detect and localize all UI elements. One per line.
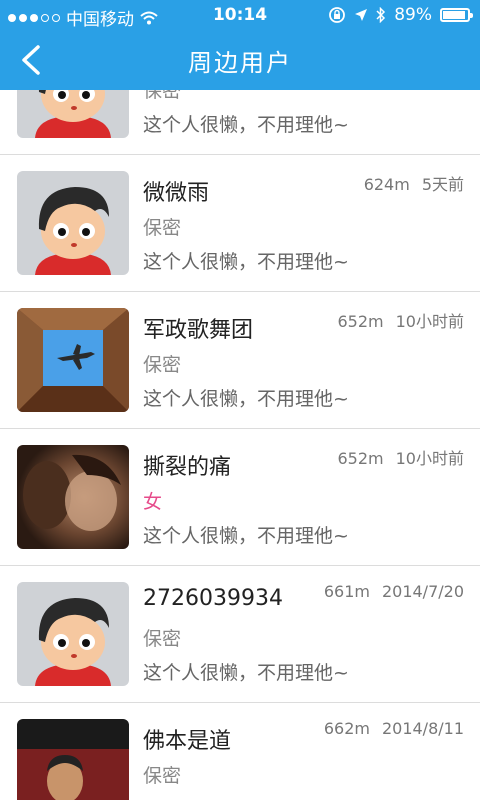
user-list[interactable]: 保密 这个人很懒，不用理他~ 微微雨 保密 这个人很懒，不用理他~ 624m 5… [0, 90, 480, 800]
user-meta: 624m 5天前 [364, 171, 464, 195]
user-distance: 661m [323, 582, 370, 601]
user-signature: 这个人很懒，不用理他~ [143, 525, 349, 547]
user-meta: 652m 10小时前 [338, 445, 465, 469]
avatar[interactable] [17, 719, 129, 800]
airplane-photo-avatar [17, 308, 129, 412]
user-name: 撕裂的痛 [143, 455, 232, 480]
cartoon-boy-avatar [17, 171, 129, 275]
user-time: 10小时前 [395, 449, 464, 468]
list-item[interactable]: 军政歌舞团 保密 这个人很懒，不用理他~ 652m 10小时前 [0, 292, 480, 429]
list-item[interactable]: 微微雨 保密 这个人很懒，不用理他~ 624m 5天前 [0, 155, 480, 292]
user-gender: 保密 [143, 765, 182, 787]
battery-percent: 89% [394, 5, 432, 25]
user-meta: 652m 10小时前 [338, 308, 465, 332]
status-icons: 89% [328, 5, 473, 25]
user-name: 微微雨 [143, 181, 210, 206]
avatar[interactable] [17, 445, 129, 549]
man-photo-avatar [17, 719, 129, 800]
avatar[interactable] [17, 582, 129, 686]
user-signature: 这个人很懒，不用理他~ [143, 662, 349, 684]
user-signature: 这个人很懒，不用理他~ [143, 251, 349, 273]
back-button[interactable] [16, 44, 46, 76]
user-distance: 652m [337, 449, 384, 468]
user-gender: 女 [143, 491, 163, 513]
user-time: 5天前 [421, 175, 464, 194]
cartoon-boy-avatar [17, 90, 129, 138]
couple-photo-avatar [17, 445, 129, 549]
location-icon [355, 9, 368, 21]
user-time: 2014/8/11 [381, 719, 464, 738]
list-item[interactable]: 保密 这个人很懒，不用理他~ [0, 90, 480, 155]
list-item[interactable]: 佛本是道 保密 662m 2014/8/11 [0, 703, 480, 800]
nav-bar: 周边用户 [0, 30, 480, 90]
user-name: 2726039934 [143, 586, 283, 611]
user-gender: 保密 [143, 90, 182, 102]
user-distance: 624m [363, 175, 410, 194]
bluetooth-icon [376, 7, 386, 23]
avatar[interactable] [17, 308, 129, 412]
rotation-lock-icon [329, 7, 346, 23]
avatar[interactable] [17, 90, 129, 138]
user-meta: 661m 2014/7/20 [324, 582, 464, 601]
user-distance: 652m [337, 312, 384, 331]
user-gender: 保密 [143, 354, 182, 376]
list-item[interactable]: 2726039934 保密 这个人很懒，不用理他~ 661m 2014/7/20 [0, 566, 480, 703]
user-meta: 662m 2014/8/11 [324, 719, 464, 738]
user-gender: 保密 [143, 217, 182, 239]
list-item[interactable]: 撕裂的痛 女 这个人很懒，不用理他~ 652m 10小时前 [0, 429, 480, 566]
battery-icon [440, 8, 473, 22]
user-distance: 662m [323, 719, 370, 738]
user-signature: 这个人很懒，不用理他~ [143, 388, 349, 410]
cartoon-boy-avatar [17, 582, 129, 686]
avatar[interactable] [17, 171, 129, 275]
user-time: 2014/7/20 [381, 582, 464, 601]
user-signature: 这个人很懒，不用理他~ [143, 114, 349, 136]
page-title: 周边用户 [188, 48, 292, 77]
user-name: 军政歌舞团 [143, 318, 254, 343]
user-gender: 保密 [143, 628, 182, 650]
user-name: 佛本是道 [143, 729, 232, 754]
status-bar: 中国移动 10:14 89% [0, 0, 480, 30]
user-time: 10小时前 [395, 312, 464, 331]
